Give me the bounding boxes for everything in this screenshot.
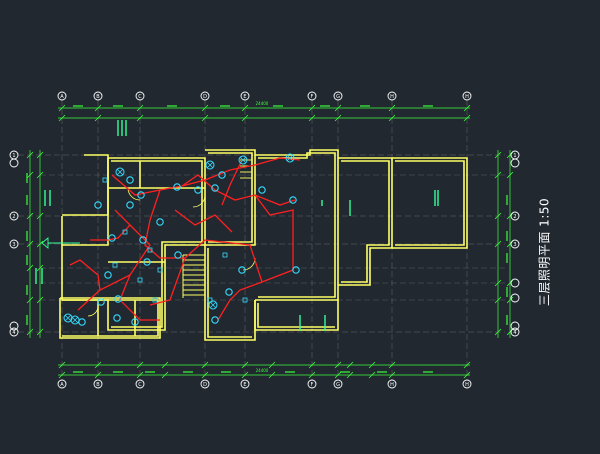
ceiling-light-fixture <box>156 218 164 226</box>
ceiling-light-fixture <box>126 176 134 184</box>
ceiling-light-fixture <box>78 318 86 326</box>
ceiling-light-fixture <box>174 251 182 259</box>
grid-bubble-left-label: 1 <box>12 153 15 159</box>
grid-bubble-bottom-label: H <box>390 382 394 388</box>
grid-bubble-left-label: 3 <box>12 242 15 248</box>
ceiling-light-fixture <box>113 314 121 322</box>
grid-bubble-top-label: G <box>336 94 340 100</box>
grid-bubble-top-label: A <box>60 94 64 100</box>
overall-dimension-top: 24400 <box>256 101 269 106</box>
ceiling-light-fixture <box>137 191 145 199</box>
circuit-run <box>174 209 233 233</box>
grid-bubble-bottom-label: B <box>96 382 100 388</box>
circuit-run <box>90 224 131 241</box>
grid-bubble-left-label: 4 <box>12 330 15 336</box>
wall-main-room <box>255 149 339 301</box>
ceiling-light-fixture <box>126 201 134 209</box>
grid-bubble-top-label: E <box>243 94 246 100</box>
wall-far-right <box>392 157 468 249</box>
lighting-floor-plan: 24400 24400 A A B B C C D D E E F F G G H H H H 1 1 2 2 3 3 4 4 <box>9 91 520 389</box>
grid-bubble-top-label: H <box>390 94 394 100</box>
grid-bubble-bottom-label: D <box>203 382 207 388</box>
grid-bubble-right <box>510 158 520 168</box>
grid-bubble-right-label: 4 <box>513 330 516 336</box>
grid-bubble-right <box>510 321 520 331</box>
grid-bubble-bottom-label: E <box>243 382 246 388</box>
circuit-run <box>181 174 296 206</box>
grid-bubble-top-label: F <box>311 94 314 100</box>
grid-bubbles: A A B B C C D D E E F F G G H H H H 1 1 2 2 3 3 4 4 <box>9 91 520 389</box>
grid-bubble-top-label: B <box>96 94 100 100</box>
wall-lower-core <box>204 245 256 341</box>
grid-bubble-right-label: 1 <box>513 153 516 159</box>
ceiling-light-fixture <box>104 271 112 279</box>
wall-grey-stub <box>84 154 109 215</box>
grid-bubble-bottom-label: H <box>465 382 469 388</box>
panel-marker <box>41 237 49 249</box>
wall-far-right-inner <box>395 160 465 246</box>
drawing-canvas: 24400 24400 A A B B C C D D E E F F G G H H H H 1 1 2 2 3 3 4 4 三层… <box>0 0 600 450</box>
grid-bubble-top-label: D <box>203 94 207 100</box>
grid-bubble-top-label: H <box>465 94 469 100</box>
grid-bubble-right <box>510 278 520 288</box>
grid-bubble-bottom-label: A <box>60 382 64 388</box>
grid-bubble-top-label: C <box>138 94 142 100</box>
door-swing <box>192 194 206 208</box>
grid-bubble-right-label: 2 <box>513 214 516 220</box>
grid-bubble-left <box>9 321 19 331</box>
wall-terrace-inner <box>341 160 390 283</box>
switch-symbol <box>102 177 108 183</box>
grid-bubble-right-label: 3 <box>513 242 516 248</box>
switch-symbol <box>112 262 118 268</box>
switch-symbol <box>222 252 228 258</box>
overall-dimension-bottom: 24400 <box>256 368 269 373</box>
circuit-run <box>69 259 101 291</box>
wall-main-room-inner <box>258 152 336 298</box>
wall-outlines <box>59 149 468 341</box>
grid-bubble-left-label: 2 <box>12 214 15 220</box>
grid-bubble-bottom-label: G <box>336 382 340 388</box>
door-swing <box>87 305 99 317</box>
wall-lower-room-inner <box>257 303 335 328</box>
ceiling-light-fixture <box>292 266 300 274</box>
ceiling-light-fixture <box>108 234 116 242</box>
grid-bubble-bottom-label: C <box>138 382 142 388</box>
ceiling-light-fixture <box>258 186 266 194</box>
wall-terrace <box>338 157 393 286</box>
ceiling-light-fixture <box>211 316 219 324</box>
grid-bubble-left <box>9 158 19 168</box>
drawing-title: 三层照明平面 1:50 <box>537 197 552 307</box>
ceiling-light-fixture <box>225 288 233 296</box>
circuit-run <box>184 239 263 283</box>
grid-bubble-bottom-label: F <box>311 382 314 388</box>
circuit-run <box>77 209 151 311</box>
